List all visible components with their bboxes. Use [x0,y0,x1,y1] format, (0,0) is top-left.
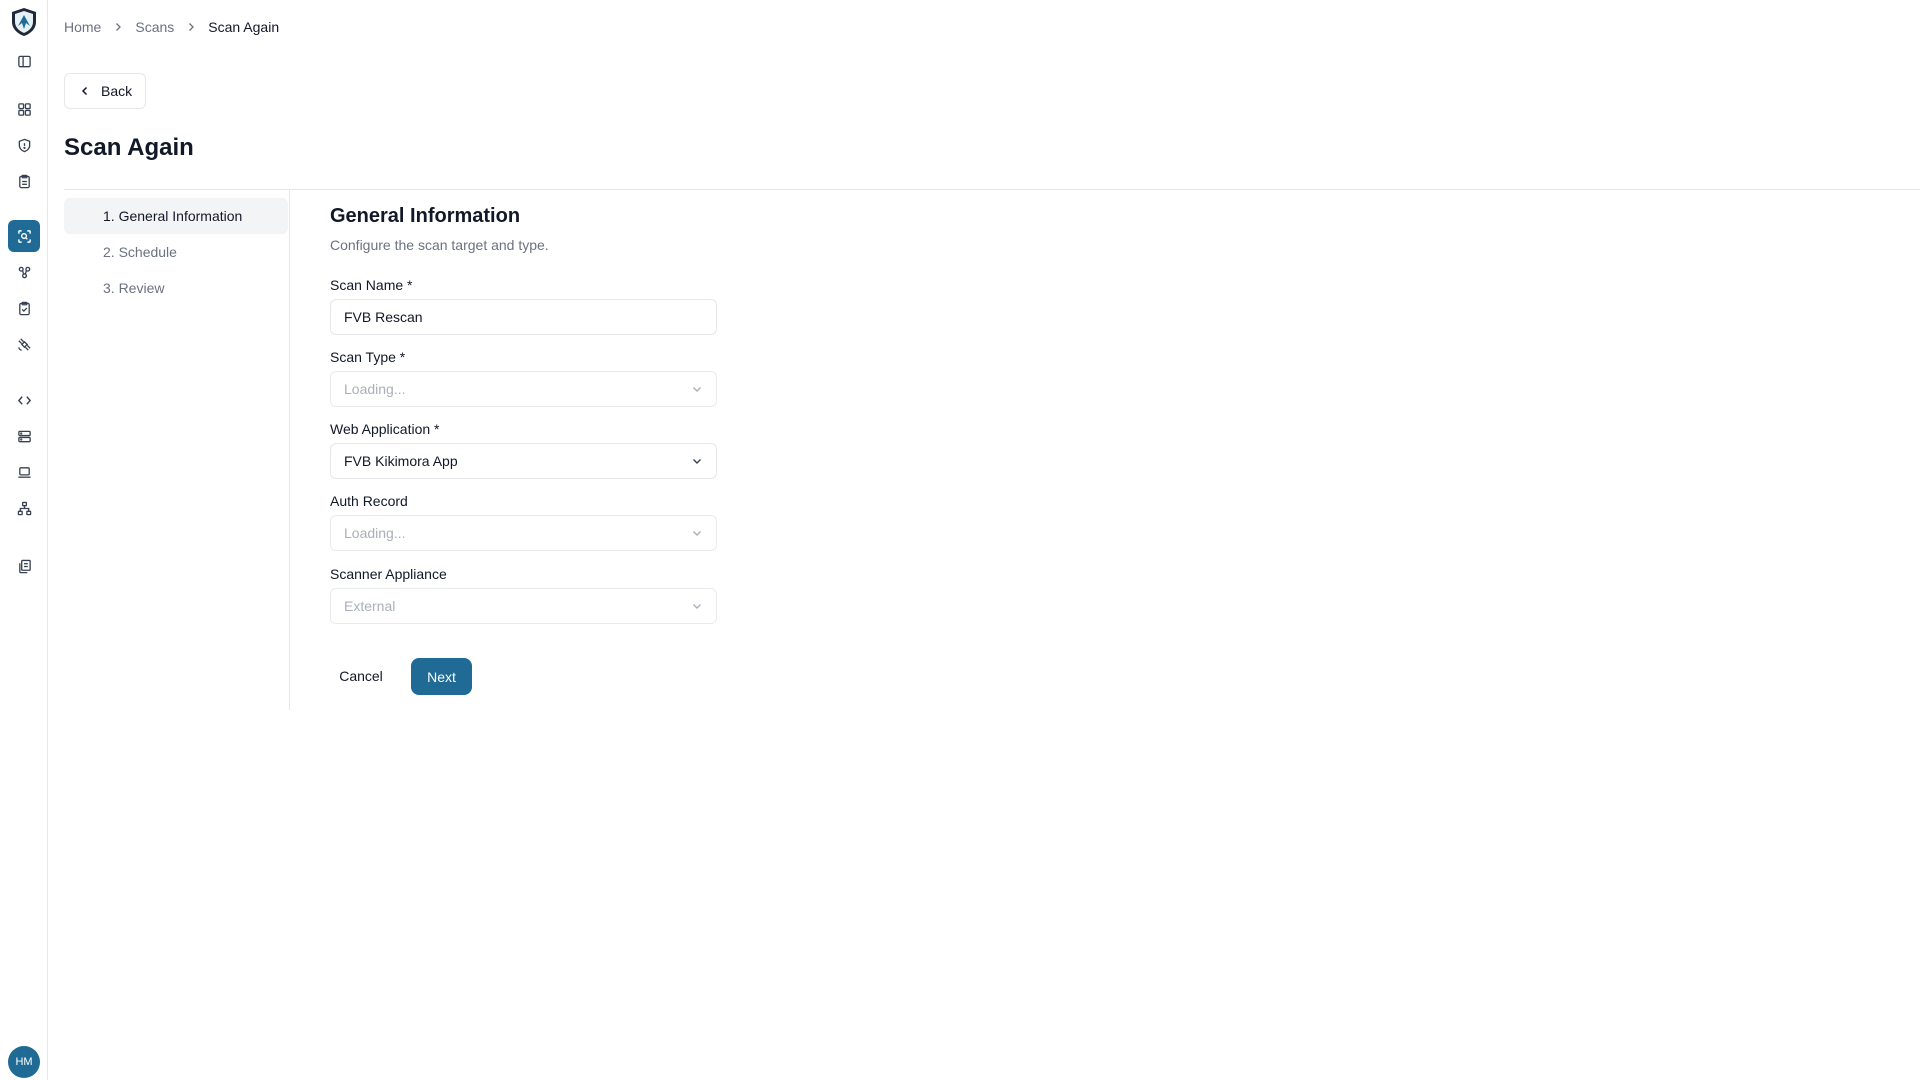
breadcrumb-home[interactable]: Home [64,19,101,35]
server-icon[interactable] [8,420,40,452]
scan-type-select[interactable]: Loading... [330,371,717,407]
breadcrumb-scans[interactable]: Scans [135,19,174,35]
step-schedule[interactable]: 2. Schedule [64,234,288,270]
back-button-label: Back [101,83,133,99]
integrations-icon[interactable] [8,256,40,288]
code-icon[interactable] [8,384,40,416]
clipboard-icon[interactable] [8,165,40,197]
web-application-select[interactable]: FVB Kikimora App [330,443,717,479]
auth-record-label: Auth Record [330,493,408,509]
network-icon[interactable] [8,492,40,524]
web-application-value: FVB Kikimora App [344,453,458,469]
scan-name-input[interactable]: FVB Rescan [330,299,717,335]
reports-icon[interactable] [8,550,40,582]
steps-divider [289,190,290,710]
next-button[interactable]: Next [411,658,472,695]
section-title: General Information [330,205,521,227]
brand-logo[interactable] [9,6,39,38]
dashboard-icon[interactable] [8,93,40,125]
web-application-label: Web Application * [330,421,440,437]
laptop-icon[interactable] [8,456,40,488]
page-title: Scan Again [64,134,194,161]
step-review[interactable]: 3. Review [64,270,288,306]
chevron-right-icon [112,21,124,33]
scanner-appliance-select[interactable]: External [330,588,717,624]
chevron-down-icon [691,383,703,395]
scan-name-label: Scan Name * [330,277,413,293]
scan-name-value: FVB Rescan [344,309,423,325]
chevron-down-icon [691,600,703,612]
section-description: Configure the scan target and type. [330,237,549,253]
auth-record-select[interactable]: Loading... [330,515,717,551]
breadcrumb-current: Scan Again [208,19,280,35]
scan-type-value: Loading... [344,381,406,397]
cancel-button[interactable]: Cancel [330,658,392,694]
panel-toggle-icon[interactable] [8,45,40,77]
shield-icon[interactable] [8,129,40,161]
header-divider [64,189,1920,190]
step-general-information[interactable]: 1. General Information [64,198,288,234]
scanner-appliance-value: External [344,598,396,614]
back-button[interactable]: Back [64,73,146,109]
scan-icon[interactable] [8,220,40,252]
breadcrumb: Home Scans Scan Again [64,19,279,35]
sidebar: HM [0,0,48,1080]
checklist-icon[interactable] [8,292,40,324]
scan-type-label: Scan Type * [330,349,406,365]
auth-record-value: Loading... [344,525,406,541]
user-avatar[interactable]: HM [8,1046,40,1078]
chevron-down-icon [691,455,703,467]
scanner-appliance-label: Scanner Appliance [330,566,447,582]
chevron-down-icon [691,527,703,539]
chevron-right-icon [185,21,197,33]
satellite-icon[interactable] [8,328,40,360]
chevron-left-icon [81,86,88,96]
